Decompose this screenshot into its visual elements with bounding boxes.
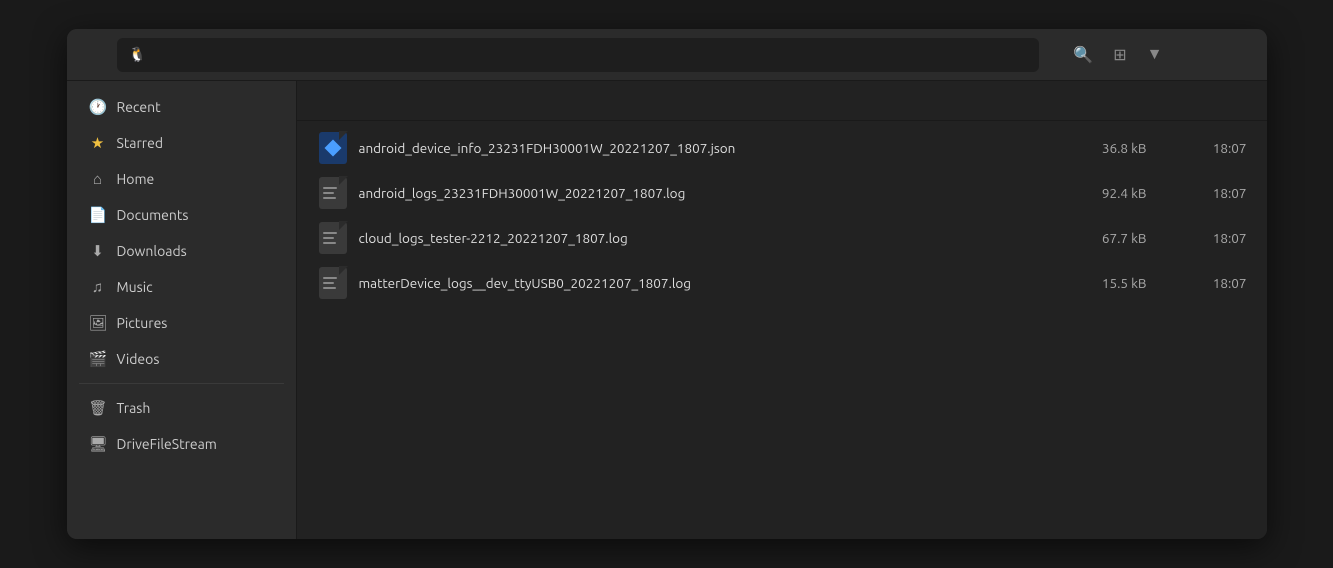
sidebar-item-label-recent: Recent (117, 99, 161, 115)
table-row[interactable]: cloud_logs_tester-2212_20221207_1807.log… (301, 216, 1263, 260)
list-view-button[interactable] (1175, 50, 1191, 60)
trash-icon: 🗑 (89, 399, 107, 417)
sidebar-item-label-starred: Starred (117, 135, 164, 151)
file-name: android_device_info_23231FDH30001W_20221… (359, 140, 1047, 156)
sidebar: 🕐 Recent ★ Starred ⌂ Home 📄 Documents ⬇ Downloads… (67, 81, 297, 539)
file-size: 92.4 kB (1047, 185, 1147, 201)
forward-button[interactable] (95, 51, 111, 59)
sidebar-item-music[interactable]: ♫ Music (73, 270, 290, 304)
log-icon (319, 222, 347, 254)
titlebar: 🐧 🔍 ⊞ ▼ (67, 29, 1267, 81)
maximize-button[interactable] (1217, 51, 1235, 59)
file-size: 36.8 kB (1047, 140, 1147, 156)
sidebar-item-label-drivefilestream: DriveFileStream (117, 436, 217, 452)
sidebar-item-home[interactable]: ⌂ Home (73, 162, 290, 196)
file-name: android_logs_23231FDH30001W_20221207_180… (359, 185, 1047, 201)
sidebar-item-label-downloads: Downloads (117, 243, 187, 259)
nav-buttons (77, 51, 111, 59)
json-icon (319, 132, 347, 164)
grid-view-button[interactable]: ⊞ (1105, 40, 1134, 70)
documents-icon: 📄 (89, 206, 107, 224)
sidebar-item-label-videos: Videos (117, 351, 160, 367)
sidebar-item-recent[interactable]: 🕐 Recent (73, 90, 290, 124)
videos-icon: 🎬 (89, 350, 107, 368)
file-modified: 18:07 (1147, 275, 1247, 291)
drivefilestream-icon: 🖥 (89, 435, 107, 453)
file-manager-window: 🐧 🔍 ⊞ ▼ 🕐 Recent ★ Starred ⌂ Home 📄 Documents ⬇ D… (67, 29, 1267, 539)
search-button[interactable]: 🔍 (1065, 40, 1101, 70)
file-name: matterDevice_logs__dev_ttyUSB0_20221207_… (359, 275, 1047, 291)
file-modified: 18:07 (1147, 140, 1247, 156)
pictures-icon: 🖼 (89, 314, 107, 332)
sidebar-item-label-documents: Documents (117, 207, 189, 223)
sidebar-item-trash[interactable]: 🗑 Trash (73, 391, 290, 425)
sidebar-item-starred[interactable]: ★ Starred (73, 126, 290, 160)
sidebar-item-downloads[interactable]: ⬇ Downloads (73, 234, 290, 268)
sidebar-item-documents[interactable]: 📄 Documents (73, 198, 290, 232)
view-toggle-button[interactable]: ▼ (1139, 41, 1171, 69)
file-rows: android_device_info_23231FDH30001W_20221… (297, 121, 1267, 539)
sidebar-divider (79, 383, 284, 384)
file-list-header (297, 81, 1267, 121)
file-modified: 18:07 (1147, 185, 1247, 201)
back-button[interactable] (77, 51, 93, 59)
sidebar-item-label-pictures: Pictures (117, 315, 168, 331)
file-size: 15.5 kB (1047, 275, 1147, 291)
log-icon (319, 177, 347, 209)
main-content: 🕐 Recent ★ Starred ⌂ Home 📄 Documents ⬇ Downloads… (67, 81, 1267, 539)
recent-icon: 🕐 (89, 98, 107, 116)
titlebar-actions: 🔍 ⊞ ▼ (1045, 40, 1256, 70)
downloads-icon: ⬇ (89, 242, 107, 260)
table-row[interactable]: matterDevice_logs__dev_ttyUSB0_20221207_… (301, 261, 1263, 305)
path-bar[interactable]: 🐧 (117, 38, 1040, 72)
sidebar-item-label-trash: Trash (117, 400, 151, 416)
file-icon-file1 (317, 130, 349, 166)
starred-icon: ★ (89, 134, 107, 152)
file-size: 67.7 kB (1047, 230, 1147, 246)
log-icon (319, 267, 347, 299)
sidebar-item-label-music: Music (117, 279, 153, 295)
file-list: android_device_info_23231FDH30001W_20221… (297, 81, 1267, 539)
table-row[interactable]: android_device_info_23231FDH30001W_20221… (301, 126, 1263, 170)
distro-icon: 🐧 (129, 46, 146, 63)
sidebar-item-label-home: Home (117, 171, 155, 187)
file-icon-file3 (317, 220, 349, 256)
sidebar-item-drivefilestream[interactable]: 🖥 DriveFileStream (73, 427, 290, 461)
file-icon-file4 (317, 265, 349, 301)
close-button[interactable] (1239, 51, 1257, 59)
file-modified: 18:07 (1147, 230, 1247, 246)
music-icon: ♫ (89, 278, 107, 296)
minimize-button[interactable] (1195, 51, 1213, 59)
table-row[interactable]: android_logs_23231FDH30001W_20221207_180… (301, 171, 1263, 215)
file-icon-file2 (317, 175, 349, 211)
sidebar-item-videos[interactable]: 🎬 Videos (73, 342, 290, 376)
file-name: cloud_logs_tester-2212_20221207_1807.log (359, 230, 1047, 246)
menu-button[interactable] (1045, 50, 1061, 60)
sidebar-item-pictures[interactable]: 🖼 Pictures (73, 306, 290, 340)
home-icon: ⌂ (89, 170, 107, 188)
